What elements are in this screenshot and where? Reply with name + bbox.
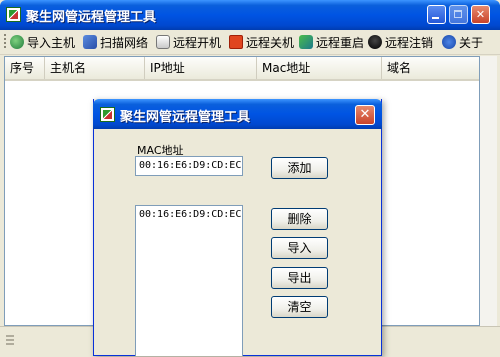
about-button[interactable]: 关于 <box>442 33 483 51</box>
remote-restart-label: 远程重启 <box>316 35 365 50</box>
window-title: 聚生网管远程管理工具 <box>26 10 157 25</box>
delete-button[interactable]: 删除 <box>271 208 328 230</box>
remote-shutdown-button[interactable]: 远程关机 <box>229 33 294 51</box>
import-button[interactable]: 导入 <box>271 237 328 259</box>
remote-start-icon <box>156 35 170 49</box>
remote-logoff-button[interactable]: 远程注销 <box>368 33 433 51</box>
mac-address-input[interactable]: 00:16:E6:D9:CD:EC <box>135 156 243 176</box>
dialog-title: 聚生网管远程管理工具 <box>120 110 251 125</box>
vertical-scrollbar[interactable] <box>480 56 497 326</box>
scan-network-button[interactable]: 扫描网络 <box>83 33 148 51</box>
column-header-ip[interactable]: IP地址 <box>145 57 257 79</box>
dialog-app-icon <box>100 107 115 122</box>
close-button[interactable]: ✕ <box>471 5 490 24</box>
remote-restart-button[interactable]: 远程重启 <box>299 33 364 51</box>
clear-button[interactable]: 清空 <box>271 296 328 318</box>
resize-grip-icon[interactable] <box>6 335 14 347</box>
minimize-button[interactable] <box>427 5 446 24</box>
column-header-hostname[interactable]: 主机名 <box>45 57 145 79</box>
mac-dialog: 聚生网管远程管理工具 ✕ MAC地址 00:16:E6:D9:CD:EC 00:… <box>93 99 382 356</box>
about-label: 关于 <box>459 35 484 50</box>
remote-logoff-icon <box>368 35 382 49</box>
remote-start-button[interactable]: 远程开机 <box>156 33 221 51</box>
column-header-index[interactable]: 序号 <box>5 57 45 79</box>
remote-logoff-label: 远程注销 <box>385 35 434 50</box>
about-icon <box>442 35 456 49</box>
remote-shutdown-icon <box>229 35 243 49</box>
remote-restart-icon <box>299 35 313 49</box>
scan-network-label: 扫描网络 <box>100 35 149 50</box>
title-bar[interactable]: 聚生网管远程管理工具 ✕ <box>0 0 500 30</box>
main-window: 聚生网管远程管理工具 ✕ 导入主机 扫描网络 远程开机 远程关机 远程重启 远程… <box>0 0 500 357</box>
maximize-button[interactable] <box>449 5 468 24</box>
column-header-mac[interactable]: Mac地址 <box>257 57 382 79</box>
import-host-button[interactable]: 导入主机 <box>10 33 75 51</box>
remote-shutdown-label: 远程关机 <box>246 35 295 50</box>
import-host-icon <box>10 35 24 49</box>
mac-address-list[interactable]: 00:16:E6:D9:CD:EC <box>135 205 243 356</box>
dialog-close-button[interactable]: ✕ <box>355 105 375 125</box>
app-icon <box>6 7 21 22</box>
scan-network-icon <box>83 35 97 49</box>
import-host-label: 导入主机 <box>27 35 76 50</box>
toolbar: 导入主机 扫描网络 远程开机 远程关机 远程重启 远程注销 关于 <box>0 30 500 55</box>
toolbar-grip[interactable] <box>4 34 6 50</box>
column-header-domain[interactable]: 域名 <box>382 57 479 79</box>
list-item[interactable]: 00:16:E6:D9:CD:EC <box>139 209 241 220</box>
export-button[interactable]: 导出 <box>271 267 328 289</box>
list-header: 序号 主机名 IP地址 Mac地址 域名 <box>5 57 479 81</box>
add-button[interactable]: 添加 <box>271 157 328 179</box>
remote-start-label: 远程开机 <box>173 35 222 50</box>
dialog-title-bar[interactable]: 聚生网管远程管理工具 ✕ <box>93 99 382 129</box>
